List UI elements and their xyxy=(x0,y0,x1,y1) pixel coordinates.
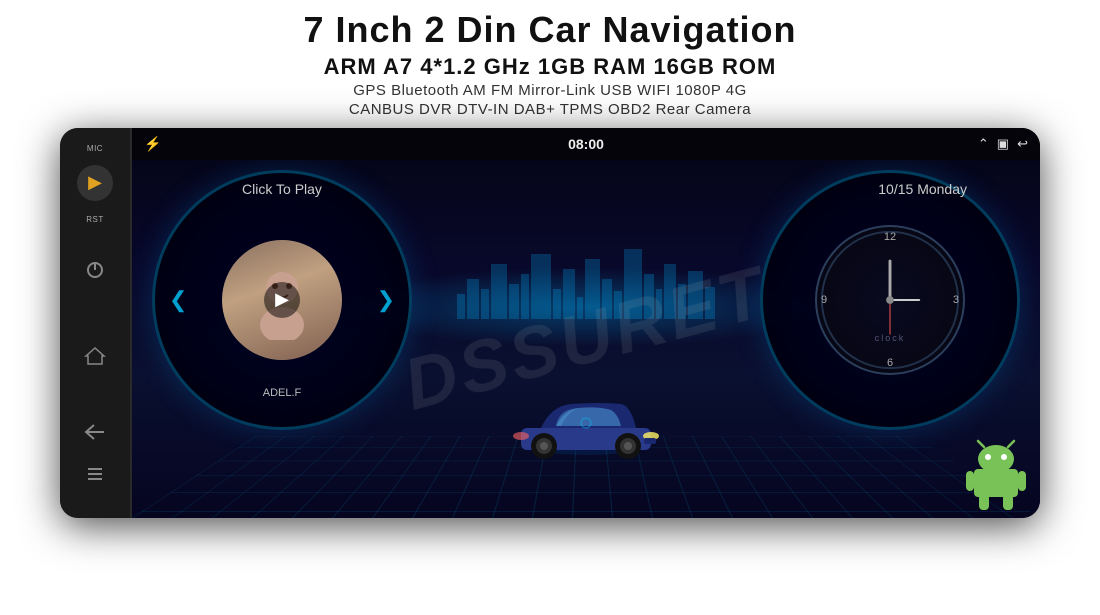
arrow-up-icon: ⌃ xyxy=(978,136,989,152)
features-row-1: GPS Bluetooth AM FM Mirror-Link USB WIFI… xyxy=(0,82,1100,99)
product-title: 7 Inch 2 Din Car Navigation xyxy=(0,10,1100,50)
next-track-button[interactable]: ❯ xyxy=(377,287,395,313)
screen-area: ⚡ 08:00 ⌃ ▣ ↩ DSSURET xyxy=(132,128,1040,518)
back-icon[interactable] xyxy=(81,418,109,446)
window-icon: ▣ xyxy=(997,136,1009,152)
prev-track-button[interactable]: ❮ xyxy=(169,287,187,313)
side-panel: MIC ▶ RST xyxy=(60,128,132,518)
clock-panel: 10/15 Monday 12 3 6 9 xyxy=(760,170,1020,430)
date-display: 10/15 Monday xyxy=(878,181,967,197)
product-header: 7 Inch 2 Din Car Navigation ARM A7 4*1.2… xyxy=(0,0,1100,128)
music-panel: Click To Play ❮ ❯ xyxy=(152,170,412,430)
clock-label: clock xyxy=(875,333,906,343)
status-time: 08:00 xyxy=(568,136,604,152)
mic-label: MIC xyxy=(87,144,103,153)
mic-group: MIC xyxy=(87,142,103,153)
power-icon[interactable] xyxy=(81,256,109,284)
home-icon[interactable] xyxy=(81,342,109,370)
rst-label: RST xyxy=(86,215,104,224)
screen-content: DSSURET xyxy=(132,160,1040,518)
specs-row: ARM A7 4*1.2 GHz 1GB RAM 16GB ROM xyxy=(0,54,1100,80)
status-bar: ⚡ 08:00 ⌃ ▣ ↩ xyxy=(132,128,1040,160)
click-to-play[interactable]: Click To Play xyxy=(242,181,322,197)
album-art[interactable]: ▶ xyxy=(222,240,342,360)
features-row-2: CANBUS DVR DTV-IN DAB+ TPMS OBD2 Rear Ca… xyxy=(0,101,1100,118)
android-logo xyxy=(940,418,1040,518)
play-overlay[interactable]: ▶ xyxy=(264,282,300,318)
settings-icon[interactable] xyxy=(81,460,109,488)
device-body: MIC ▶ RST xyxy=(60,128,1040,518)
clock-svg xyxy=(817,227,963,373)
bluetooth-icon: ⚡ xyxy=(144,135,161,152)
car-image xyxy=(506,388,666,468)
track-name: ADEL.F xyxy=(263,387,302,399)
rst-group: RST xyxy=(86,213,104,224)
play-button[interactable]: ▶ xyxy=(77,165,113,201)
status-icons: ⌃ ▣ ↩ xyxy=(978,136,1028,152)
status-center: 08:00 xyxy=(568,136,604,152)
back-status-icon: ↩ xyxy=(1017,136,1028,152)
device-wrapper: MIC ▶ RST xyxy=(60,128,1040,518)
clock-face: 12 3 6 9 xyxy=(815,225,965,375)
